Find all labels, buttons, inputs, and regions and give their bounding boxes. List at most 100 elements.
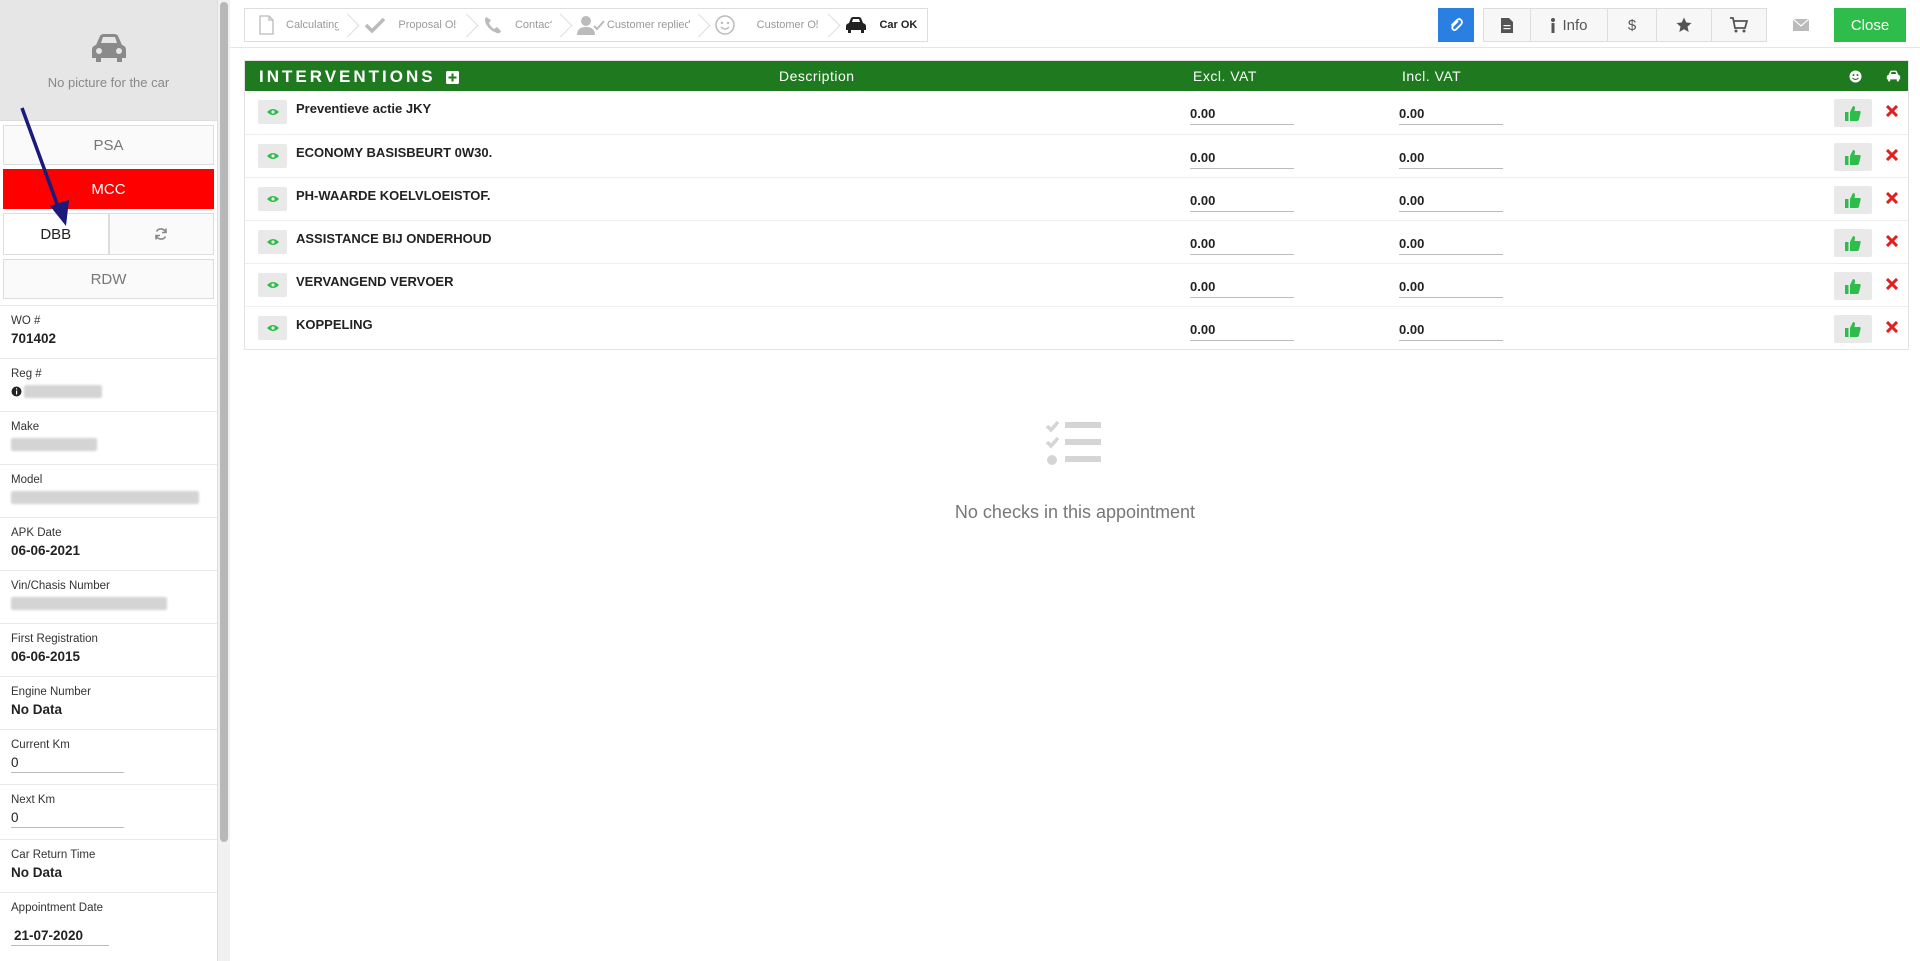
info-appointment-date: Appointment Date 21-07-2020 — [0, 892, 217, 961]
step-contact[interactable]: Contact — [469, 9, 563, 41]
info-engine-number: Engine Number No Data — [0, 676, 217, 729]
view-button[interactable] — [258, 100, 287, 124]
interventions-title-text: INTERVENTIONS — [259, 67, 436, 86]
rdw-button[interactable]: RDW — [3, 259, 214, 299]
view-button[interactable] — [258, 230, 287, 254]
paperclip-icon — [1450, 18, 1463, 32]
view-button[interactable] — [258, 187, 287, 211]
no-picture-text: No picture for the car — [47, 74, 170, 90]
appointment-date-input[interactable]: 21-07-2020 — [11, 928, 109, 946]
info-first-registration: First Registration 06-06-2015 — [0, 623, 217, 676]
incl-vat-input[interactable]: 0.00 — [1399, 322, 1503, 341]
eye-icon — [266, 153, 279, 159]
email-button[interactable] — [1777, 8, 1825, 42]
info-wo: WO # 701402 — [0, 305, 217, 358]
document-icon — [1501, 17, 1513, 33]
delete-button[interactable] — [1885, 277, 1899, 295]
current-km-input[interactable]: 0 — [11, 755, 124, 773]
appointment-date-label: Appointment Date — [11, 902, 104, 914]
excl-vat-input[interactable]: 0.00 — [1190, 150, 1294, 169]
vin-label: Vin/Chasis Number — [11, 580, 110, 592]
delete-button[interactable] — [1885, 320, 1899, 338]
return-time-label: Car Return Time — [11, 849, 96, 861]
excl-vat-input[interactable]: 0.00 — [1190, 106, 1294, 125]
excl-vat-input[interactable]: 0.00 — [1190, 322, 1294, 341]
intervention-row: ASSISTANCE BIJ ONDERHOUD 0.00 0.00 — [245, 220, 1908, 263]
user-check-icon — [576, 16, 605, 35]
description-column-header: Description — [779, 68, 855, 84]
model-value-redacted — [11, 491, 199, 504]
info-button[interactable]: Info — [1530, 8, 1608, 42]
view-button[interactable] — [258, 316, 287, 340]
delete-button[interactable] — [1885, 191, 1899, 209]
step-car-ok[interactable]: Car OK — [831, 9, 927, 41]
close-button[interactable]: Close — [1834, 8, 1906, 42]
next-km-input[interactable]: 0 — [11, 810, 124, 828]
favorite-button[interactable] — [1656, 8, 1712, 42]
intervention-row: Preventieve actie JKY 0.00 0.00 — [245, 91, 1908, 134]
top-bar: Calculating Proposal Ok Contact Customer… — [230, 0, 1920, 48]
sidebar-scrollbar[interactable] — [218, 0, 230, 961]
refresh-button[interactable] — [108, 213, 214, 255]
incl-vat-input[interactable]: 0.00 — [1399, 193, 1503, 212]
info-circle-icon — [11, 386, 22, 396]
eye-icon — [266, 325, 279, 331]
phone-icon — [484, 17, 501, 34]
interventions-list: Preventieve actie JKY 0.00 0.00 ECONOMY BAS… — [245, 91, 1908, 349]
step-proposal-ok[interactable]: Proposal Ok — [350, 9, 469, 41]
add-intervention-button[interactable] — [445, 70, 459, 84]
mcc-button[interactable]: MCC — [3, 169, 214, 209]
step-car-ok-label: Car OK — [879, 19, 918, 31]
info-button-label: Info — [1562, 16, 1588, 34]
incl-vat-input[interactable]: 0.00 — [1399, 106, 1503, 125]
thumbs-up-icon — [1845, 236, 1861, 251]
delete-button[interactable] — [1885, 148, 1899, 166]
step-calculating[interactable]: Calculating — [245, 9, 350, 41]
view-button[interactable] — [258, 144, 287, 168]
thumbs-up-icon — [1845, 279, 1861, 294]
car-icon — [91, 33, 126, 62]
excl-vat-input[interactable]: 0.00 — [1190, 236, 1294, 255]
psa-button[interactable]: PSA — [3, 125, 214, 165]
close-icon — [1885, 277, 1899, 291]
info-model: Model — [0, 464, 217, 517]
delete-button[interactable] — [1885, 104, 1899, 122]
car-icon — [1886, 70, 1901, 82]
incl-vat-input[interactable]: 0.00 — [1399, 150, 1503, 169]
thumbs-up-icon — [1845, 322, 1861, 337]
plus-square-icon — [445, 70, 459, 84]
interventions-header: INTERVENTIONS Description Excl. VAT Incl… — [245, 61, 1908, 91]
approve-button[interactable] — [1834, 143, 1872, 171]
document-button[interactable] — [1483, 8, 1531, 42]
checklist-icon — [1045, 420, 1101, 465]
check-icon — [365, 17, 386, 33]
approve-button[interactable] — [1834, 186, 1872, 214]
approve-button[interactable] — [1834, 315, 1872, 343]
apk-value: 06-06-2021 — [11, 543, 81, 558]
engine-number-label: Engine Number — [11, 686, 91, 698]
approve-button[interactable] — [1834, 229, 1872, 257]
incl-vat-input[interactable]: 0.00 — [1399, 279, 1503, 298]
thumbs-up-icon — [1845, 150, 1861, 165]
price-button[interactable]: $ — [1607, 8, 1657, 42]
delete-button[interactable] — [1885, 234, 1899, 252]
reg-label: Reg # — [11, 368, 42, 380]
cart-button[interactable] — [1711, 8, 1767, 42]
step-contact-label: Contact — [514, 19, 553, 31]
approve-button[interactable] — [1834, 272, 1872, 300]
excl-vat-input[interactable]: 0.00 — [1190, 279, 1294, 298]
incl-vat-input[interactable]: 0.00 — [1399, 236, 1503, 255]
attachment-button[interactable] — [1438, 8, 1474, 42]
car-picture-placeholder: No picture for the car — [0, 0, 217, 121]
step-customer-ok[interactable]: Customer Ok — [701, 9, 832, 41]
step-customer-replied[interactable]: Customer replied — [563, 9, 701, 41]
dbb-button[interactable]: DBB — [3, 213, 109, 255]
view-button[interactable] — [258, 273, 287, 297]
info-current-km: Current Km 0 — [0, 729, 217, 784]
current-km-label: Current Km — [11, 739, 70, 751]
excl-vat-input[interactable]: 0.00 — [1190, 193, 1294, 212]
dollar-icon: $ — [1627, 16, 1637, 34]
approve-button[interactable] — [1834, 99, 1872, 127]
info-return-time: Car Return Time No Data — [0, 839, 217, 892]
sidebar-scrollbar-thumb[interactable] — [220, 2, 228, 842]
